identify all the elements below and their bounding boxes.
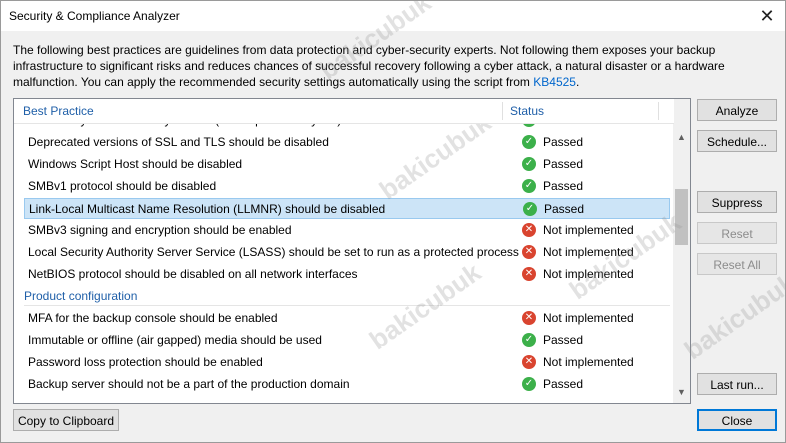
group-label: Product configuration	[24, 289, 138, 303]
status-text: Not implemented	[543, 245, 634, 259]
last-run-button[interactable]: Last run...	[697, 373, 777, 395]
group-header-row[interactable]: Product configuration	[24, 286, 670, 307]
kb-link[interactable]: KB4525	[533, 75, 576, 89]
check-circle-icon: ✓	[522, 377, 536, 391]
list-header: Best Practice Status	[14, 99, 674, 124]
x-circle-icon: ✕	[522, 223, 536, 237]
intro-body: The following best practices are guideli…	[13, 43, 725, 89]
list-row[interactable]: MFA for the backup console should be ena…	[24, 308, 670, 329]
close-button[interactable]: Close	[697, 409, 777, 431]
analyze-button[interactable]: Analyze	[697, 99, 777, 121]
list-row[interactable]: Password loss protection should be enabl…	[24, 352, 670, 373]
column-header-status[interactable]: Status	[510, 104, 544, 118]
status-text: Passed	[543, 179, 584, 193]
list-rows: Web Proxy Auto-Discovery service (WinHtt…	[14, 119, 674, 401]
x-circle-icon: ✕	[522, 311, 536, 325]
check-circle-icon: ✓	[522, 135, 536, 149]
practice-name: Link-Local Multicast Name Resolution (LL…	[29, 202, 386, 216]
close-icon[interactable]: ✕	[755, 5, 779, 27]
practice-name: SMBv1 protocol should be disabled	[28, 179, 217, 193]
x-circle-icon: ✕	[522, 245, 536, 259]
status-text: Not implemented	[543, 267, 634, 281]
check-circle-icon: ✓	[522, 333, 536, 347]
intro-text: The following best practices are guideli…	[13, 42, 773, 90]
list-row[interactable]: NetBIOS protocol should be disabled on a…	[24, 264, 670, 285]
reset-all-button[interactable]: Reset All	[697, 253, 777, 275]
x-circle-icon: ✕	[522, 267, 536, 281]
x-circle-icon: ✕	[522, 355, 536, 369]
status-text: Passed	[543, 377, 584, 391]
title-bar: Security & Compliance Analyzer ✕	[1, 1, 785, 31]
list-row[interactable]: Local Security Authority Server Service …	[24, 242, 670, 263]
practice-name: Password loss protection should be enabl…	[28, 355, 263, 369]
check-circle-icon: ✓	[522, 179, 536, 193]
check-circle-icon: ✓	[522, 157, 536, 171]
watermark: bakicubuk	[678, 266, 786, 366]
status-text: Passed	[543, 333, 584, 347]
vertical-scrollbar[interactable]: ▲ ▼	[673, 99, 690, 403]
practice-name: Local Security Authority Server Service …	[28, 245, 519, 259]
practice-name: Backup server should not be a part of th…	[28, 377, 350, 391]
intro-after: .	[575, 75, 580, 89]
status-text: Passed	[543, 157, 584, 171]
status-text: Passed	[543, 135, 584, 149]
copy-to-clipboard-button[interactable]: Copy to Clipboard	[13, 409, 119, 431]
list-row[interactable]: SMBv1 protocol should be disabled ✓ Passed	[24, 176, 670, 197]
practice-name: Windows Script Host should be disabled	[28, 157, 243, 171]
dialog-window: Security & Compliance Analyzer ✕ The fol…	[0, 0, 786, 443]
list-row[interactable]: Deprecated versions of SSL and TLS shoul…	[24, 132, 670, 153]
scroll-thumb[interactable]	[675, 189, 688, 245]
practice-name: Deprecated versions of SSL and TLS shoul…	[28, 135, 329, 149]
window-title: Security & Compliance Analyzer	[9, 9, 180, 23]
list-row[interactable]: SMBv3 signing and encryption should be e…	[24, 220, 670, 241]
status-text: Passed	[544, 202, 585, 216]
scroll-up-icon[interactable]: ▲	[673, 129, 690, 146]
status-text: Not implemented	[543, 311, 634, 325]
column-separator[interactable]	[502, 102, 503, 120]
scroll-down-icon[interactable]: ▼	[673, 384, 690, 401]
column-header-practice[interactable]: Best Practice	[23, 104, 94, 118]
practice-name: NetBIOS protocol should be disabled on a…	[28, 267, 358, 281]
suppress-button[interactable]: Suppress	[697, 191, 777, 213]
practice-name: MFA for the backup console should be ena…	[28, 311, 278, 325]
column-separator[interactable]	[658, 102, 659, 120]
practice-name: SMBv3 signing and encryption should be e…	[28, 223, 292, 237]
practice-name: Immutable or offline (air gapped) media …	[28, 333, 322, 347]
best-practice-list[interactable]: Best Practice Status Web Proxy Auto-Disc…	[13, 98, 691, 404]
schedule-button[interactable]: Schedule...	[697, 130, 777, 152]
list-row[interactable]: Backup server should not be a part of th…	[24, 374, 670, 395]
list-row[interactable]: Windows Script Host should be disabled ✓ P…	[24, 154, 670, 175]
reset-button[interactable]: Reset	[697, 222, 777, 244]
status-text: Not implemented	[543, 355, 634, 369]
list-row[interactable]: Immutable or offline (air gapped) media …	[24, 330, 670, 351]
status-text: Not implemented	[543, 223, 634, 237]
check-circle-icon: ✓	[523, 202, 537, 216]
list-row[interactable]: Link-Local Multicast Name Resolution (LL…	[24, 198, 670, 219]
group-divider	[24, 305, 670, 306]
